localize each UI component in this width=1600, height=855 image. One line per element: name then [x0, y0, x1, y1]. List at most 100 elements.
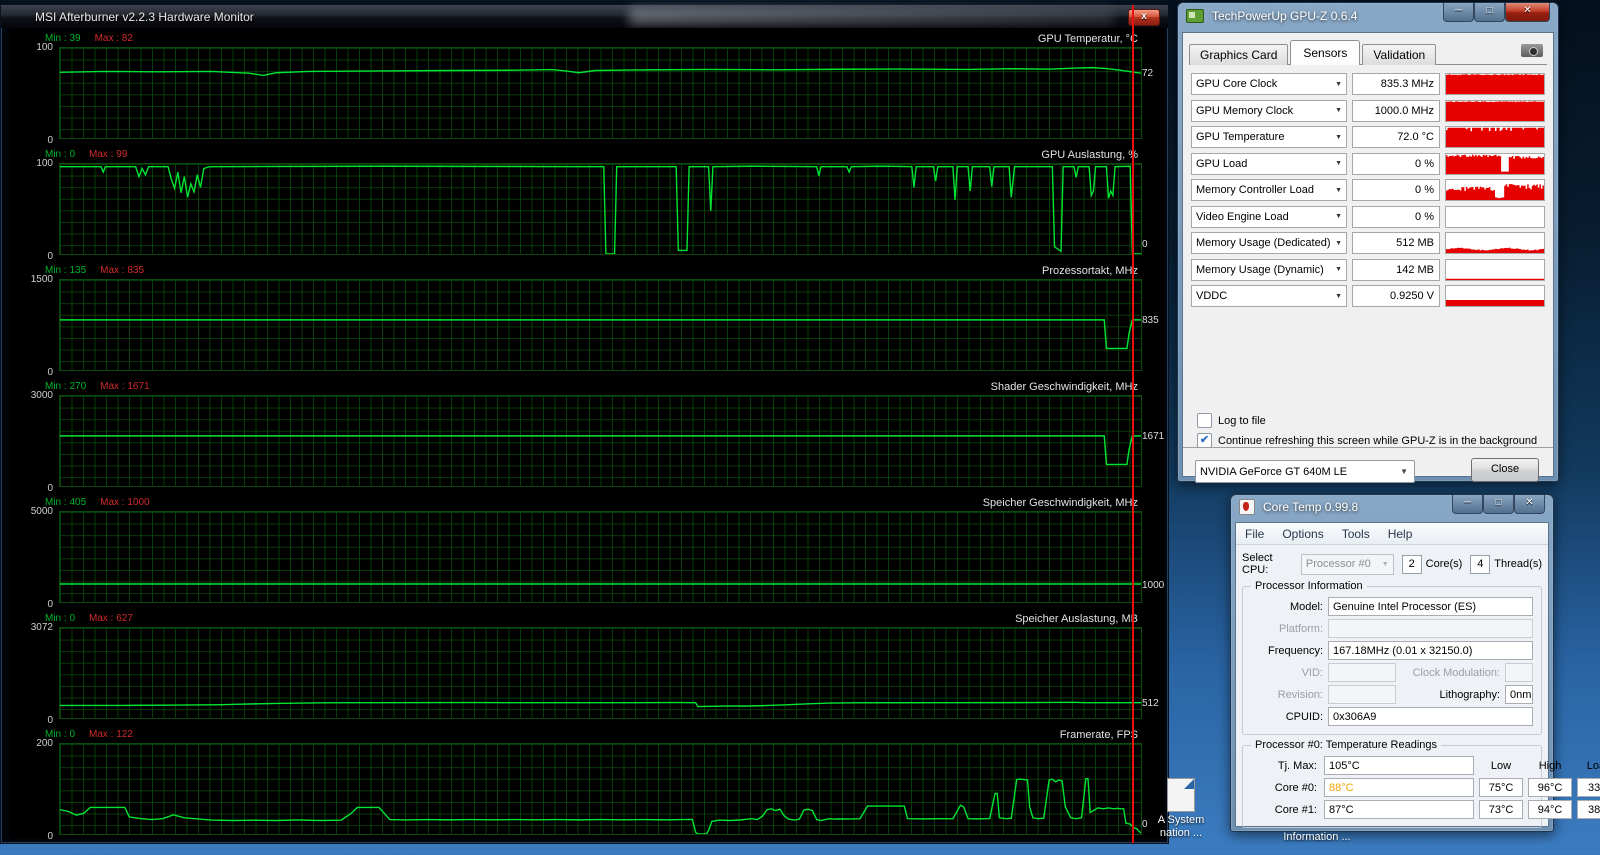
plot-area	[59, 743, 1142, 835]
max-value: Max : 99	[89, 149, 127, 160]
sensor-label: GPU Memory Clock	[1196, 105, 1293, 117]
plot-area	[59, 395, 1142, 487]
coretemp-app-icon	[1239, 499, 1255, 515]
column-header-high: High	[1528, 760, 1572, 772]
maximize-button[interactable]: □	[1483, 495, 1514, 514]
platform-field	[1328, 619, 1533, 638]
graph-panel-memory-clock: Min : 405Max : 1000Speicher Geschwindigk…	[9, 497, 1164, 613]
minimize-button[interactable]: ─	[1443, 3, 1474, 22]
panel-label: Framerate, FPS	[1060, 729, 1138, 742]
model-field: Genuine Intel Processor (ES)	[1328, 597, 1533, 616]
sensor-row: Memory Controller Load▼0 %	[1191, 179, 1545, 201]
close-button[interactable]: Close	[1471, 458, 1539, 482]
checkbox-row: ✔ Continue refreshing this screen while G…	[1197, 433, 1537, 448]
lithography-field: 0nm	[1505, 685, 1533, 704]
desktop-icon-information[interactable]: Information ...	[1262, 831, 1372, 844]
gpuz-window: TechPowerUp GPU-Z 0.6.4 ─ □ ✕ Graphics C…	[1177, 2, 1559, 482]
maximize-button[interactable]: □	[1474, 3, 1505, 22]
scale-top: 3072	[9, 622, 53, 633]
chevron-down-icon: ▼	[1335, 81, 1342, 88]
desktop-icon-system-information[interactable]: A System nation ...	[1146, 778, 1216, 840]
icon-label: Information ...	[1262, 831, 1372, 844]
checkbox-checked[interactable]: ✔	[1197, 433, 1212, 448]
column-header-low: Low	[1479, 760, 1523, 772]
sensor-select[interactable]: GPU Load▼	[1191, 153, 1347, 175]
gpuz-title: TechPowerUp GPU-Z 0.6.4	[1204, 9, 1357, 23]
sensor-select[interactable]: GPU Temperature ▼	[1191, 126, 1347, 148]
gpuz-titlebar[interactable]: TechPowerUp GPU-Z 0.6.4 ─ □ ✕	[1178, 3, 1558, 29]
processor-information-group: Processor Information Model: Genuine Int…	[1242, 586, 1542, 735]
scale-top: 1500	[9, 274, 53, 285]
vid-field	[1328, 663, 1396, 682]
checkbox-unchecked[interactable]	[1197, 413, 1212, 428]
tab-graphics-card[interactable]: Graphics Card	[1189, 44, 1288, 65]
sensor-select[interactable]: GPU Memory Clock▼	[1191, 100, 1347, 122]
menu-item-options[interactable]: Options	[1273, 527, 1332, 541]
sensor-select[interactable]: Video Engine Load ▼	[1191, 206, 1347, 228]
core-1-load: 38%	[1577, 800, 1600, 819]
max-value: Max : 1000	[100, 497, 149, 508]
processor-select-value: Processor #0	[1306, 558, 1371, 570]
close-icon[interactable]: ✕	[1514, 495, 1545, 514]
max-value: Max : 122	[89, 729, 133, 740]
sensor-rows: GPU Core Clock▼835.3 MHzGPU Memory Clock…	[1191, 73, 1545, 307]
tab-sensors[interactable]: Sensors	[1290, 40, 1360, 65]
chevron-down-icon: ▼	[1335, 213, 1342, 220]
sensor-row: GPU Temperature▼72.0 °C	[1191, 126, 1545, 148]
scale-bottom: 0	[9, 715, 53, 726]
minimize-button[interactable]: ─	[1452, 495, 1483, 514]
sensor-label: GPU Core Clock	[1196, 78, 1277, 90]
sensor-sparkline	[1445, 206, 1545, 228]
chevron-down-icon: ▼	[1335, 134, 1342, 141]
menu-item-help[interactable]: Help	[1379, 527, 1422, 541]
vid-label: VID:	[1251, 667, 1328, 679]
hardware-monitor-graphs: Min : 39Max : 82GPU Temperatur, °C100072…	[9, 28, 1164, 839]
chevron-down-icon: ▼	[1335, 240, 1342, 247]
coretemp-titlebar[interactable]: Core Temp 0.99.8 ─ □ ✕	[1231, 495, 1553, 519]
frequency-field: 167.18MHz (0.01 x 32150.0)	[1328, 641, 1533, 660]
screenshot-camera-icon[interactable]	[1521, 44, 1543, 57]
sensor-row: GPU Core Clock▼835.3 MHz	[1191, 73, 1545, 95]
afterburner-window: MSI Afterburner v2.2.3 Hardware Monitor …	[0, 4, 1169, 844]
sensor-row: GPU Load▼0 %	[1191, 153, 1545, 175]
current-value: 512	[1142, 698, 1162, 709]
graph-panel-gpu-load: Min : 0Max : 99GPU Auslastung, %10000	[9, 149, 1164, 265]
scale-bottom: 0	[9, 367, 53, 378]
checkbox-label: Continue refreshing this screen while GP…	[1218, 435, 1537, 447]
sensor-select[interactable]: Memory Usage (Dynamic)▼	[1191, 259, 1347, 281]
sensor-label: GPU Temperature	[1196, 131, 1284, 143]
core-0-temp: 88°C	[1324, 778, 1474, 797]
processor-select[interactable]: Processor #0 ▼	[1301, 554, 1394, 575]
sensor-value: 0 %	[1352, 179, 1440, 201]
core-1-temp: 87°C	[1324, 800, 1474, 819]
sensor-select[interactable]: VDDC▼	[1191, 285, 1347, 307]
scale-top: 100	[9, 42, 53, 53]
sensor-select[interactable]: Memory Usage (Dedicated)▼	[1191, 232, 1347, 254]
sensor-label: Video Engine Load	[1196, 211, 1289, 223]
current-value: 1671	[1142, 431, 1162, 442]
cores-label: Core(s)	[1426, 558, 1463, 570]
icon-label: A System	[1146, 814, 1216, 827]
afterburner-titlebar[interactable]: MSI Afterburner v2.2.3 Hardware Monitor …	[1, 5, 1168, 28]
sensor-select[interactable]: GPU Core Clock ▼	[1191, 73, 1347, 95]
graph-panel-shader-clock: Min : 270Max : 1671Shader Geschwindigkei…	[9, 381, 1164, 497]
menu-item-tools[interactable]: Tools	[1333, 527, 1379, 541]
chevron-down-icon: ▼	[1400, 467, 1408, 476]
max-value: Max : 82	[95, 33, 133, 44]
tab-validation[interactable]: Validation	[1362, 44, 1436, 65]
chevron-down-icon: ▼	[1335, 160, 1342, 167]
menu-item-file[interactable]: File	[1236, 527, 1273, 541]
chevron-down-icon: ▼	[1382, 561, 1389, 568]
sensor-select[interactable]: Memory Controller Load▼	[1191, 179, 1347, 201]
scale-bottom: 0	[9, 599, 53, 610]
sensor-row: Memory Usage (Dynamic)▼142 MB	[1191, 259, 1545, 281]
checkbox-label: Log to file	[1218, 415, 1266, 427]
scale-top: 200	[9, 738, 53, 749]
panel-label: GPU Temperatur, °C	[1038, 33, 1138, 46]
model-label: Model:	[1251, 601, 1328, 613]
device-select[interactable]: NVIDIA GeForce GT 640M LE ▼	[1195, 460, 1415, 483]
sensor-sparkline	[1445, 126, 1545, 148]
close-icon[interactable]: ✕	[1505, 3, 1550, 22]
current-value: 835	[1142, 315, 1162, 326]
plot-area	[59, 627, 1142, 719]
